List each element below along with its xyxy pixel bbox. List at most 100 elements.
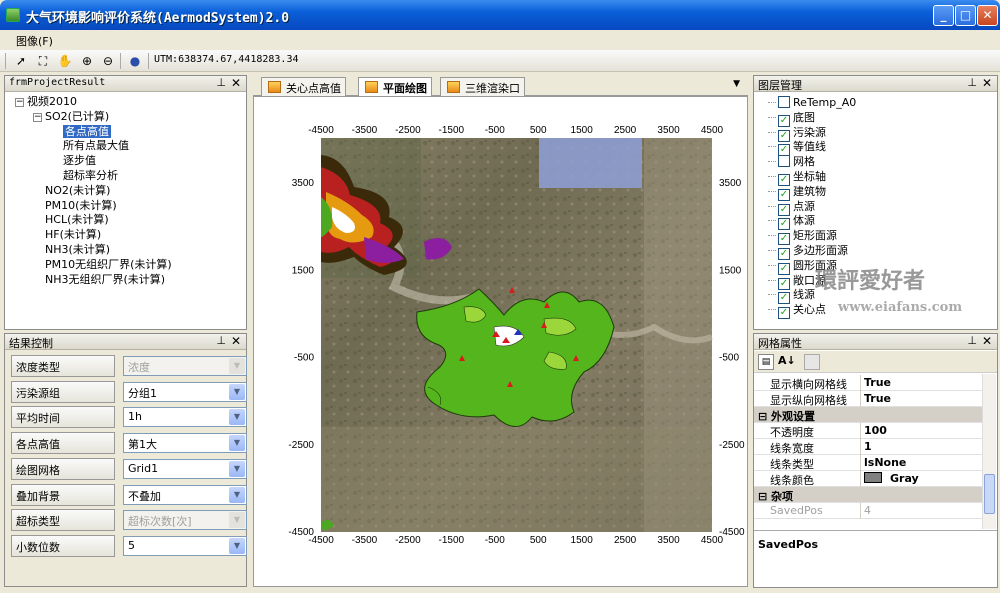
layer-label: ReTemp_A0 [793, 96, 857, 109]
maximize-button[interactable]: □ [955, 5, 976, 26]
layer-checkbox[interactable] [778, 96, 790, 108]
layer-item[interactable]: 网格 [768, 154, 815, 169]
select-value: 浓度 [128, 361, 150, 374]
layer-item[interactable]: ✓ 多边形面源 [768, 243, 848, 260]
x-tick-label: -2500 [395, 535, 421, 546]
layer-item[interactable]: ✓ 建筑物 [768, 184, 826, 201]
property-row[interactable]: 线条宽度 1 [754, 439, 982, 455]
layer-item[interactable]: ✓ 体源 [768, 213, 815, 231]
property-row[interactable]: 线条颜色 Gray [754, 471, 982, 487]
tab-dropdown-icon[interactable]: ▼ [733, 79, 740, 89]
chevron-down-icon[interactable]: ▼ [229, 383, 245, 400]
property-row[interactable]: 显示纵向网格线 True [754, 391, 982, 407]
control-select[interactable]: 5 ▼ [123, 535, 247, 556]
property-row[interactable]: SavedPos 4 [754, 503, 982, 519]
tab-care-point-high[interactable]: 关心点高值 [261, 77, 346, 96]
layer-item[interactable]: ✓ 关心点 [768, 302, 826, 320]
x-tick-label: 1500 [571, 125, 594, 136]
y-tick-label: -500 [719, 353, 739, 364]
property-separator [860, 391, 861, 407]
control-select[interactable]: 1h ▼ [123, 407, 247, 428]
close-button[interactable]: ✕ [977, 5, 998, 26]
layer-label: 线源 [793, 288, 815, 302]
tree-item[interactable]: 超标率分析 [63, 169, 118, 183]
tree-item[interactable]: NH3(未计算) [45, 243, 110, 257]
map-view[interactable]: -4500 -4500 -3500 -3500 -2500 -2500 -1500 -1500… [253, 96, 748, 587]
chevron-down-icon[interactable]: ▼ [229, 435, 245, 452]
tree-item[interactable]: 所有点最大值 [63, 139, 129, 153]
map-icon [447, 81, 460, 93]
menu-image[interactable]: 图像(F) [16, 33, 53, 49]
pan-hand-icon[interactable]: ✋ [57, 53, 73, 69]
property-row[interactable]: 线条类型 lsNone [754, 455, 982, 471]
zoom-out-icon[interactable]: ⊖ [100, 53, 116, 69]
chevron-down-icon[interactable]: ▼ [229, 409, 245, 426]
tree-item-label: 逐步值 [63, 154, 96, 168]
layer-item[interactable]: ✓ 坐标轴 [768, 169, 826, 186]
control-select[interactable]: 第1大 ▼ [123, 433, 247, 454]
close-icon[interactable]: ✕ [982, 76, 992, 90]
pin-icon[interactable]: ⊥ [967, 334, 977, 347]
toolbar: ➚ ⛶ ✋ ⊕ ⊖ ● UTM:638374.67,4418283.34 [0, 50, 1000, 72]
close-icon[interactable]: ✕ [231, 334, 241, 348]
pin-icon[interactable]: ⊥ [216, 76, 226, 89]
collapse-icon[interactable]: − [33, 112, 42, 122]
property-category[interactable]: ⊟ 杂项 [754, 487, 982, 503]
layer-item[interactable]: ✓ 污染源 [768, 125, 826, 142]
tree-item-label: NO2(未计算) [45, 183, 111, 197]
result-panel-title: 结果控制 [9, 337, 53, 350]
tree-item[interactable]: PM10无组织厂界(未计算) [45, 258, 172, 272]
property-scrollbar[interactable] [982, 374, 996, 529]
categorized-icon[interactable]: ▤ [758, 354, 774, 370]
tree-item-label: 视频2010 [27, 95, 77, 108]
control-select[interactable]: 不叠加 ▼ [123, 484, 247, 505]
layer-item[interactable]: ReTemp_A0 [768, 95, 857, 110]
control-select[interactable]: 分组1 ▼ [123, 381, 247, 402]
zoom-in-icon[interactable]: ⊕ [79, 53, 95, 69]
tree-item[interactable]: 各点高值 [63, 124, 111, 139]
tree-item[interactable]: HCL(未计算) [45, 213, 109, 227]
chevron-down-icon[interactable]: ▼ [229, 460, 245, 477]
layer-item[interactable]: ✓ 等值线 [768, 139, 826, 157]
close-icon[interactable]: ✕ [231, 76, 241, 90]
tree-item-label: PM10(未计算) [45, 198, 117, 212]
layer-checkbox[interactable] [778, 155, 790, 168]
map-canvas[interactable]: -4500 -4500 -3500 -3500 -2500 -2500 -1500 -1500… [254, 97, 747, 586]
minimize-button[interactable]: _ [933, 5, 954, 26]
control-select: 超标次数[次] ▼ [123, 510, 247, 531]
property-pages-icon[interactable] [804, 354, 820, 370]
tree-item[interactable]: NO2(未计算) [45, 184, 110, 198]
property-value: Gray [890, 472, 919, 485]
tab-plane-plot[interactable]: 平面绘图 [358, 77, 432, 97]
tree-item[interactable]: − SO2(已计算) [33, 110, 109, 124]
tree-item[interactable]: NH3无组织厂界(未计算) [45, 273, 165, 287]
layer-item[interactable]: ✓ 点源 [768, 199, 815, 216]
layer-item[interactable]: ✓ 矩形面源 [768, 228, 837, 246]
property-row[interactable]: 显示横向网格线 True [754, 375, 982, 391]
chevron-down-icon[interactable]: ▼ [229, 537, 245, 554]
pointer-icon[interactable]: ➚ [13, 53, 29, 69]
pin-icon[interactable]: ⊥ [967, 76, 977, 89]
layer-checkbox[interactable]: ✓ [778, 307, 790, 320]
info-icon[interactable]: ● [127, 53, 143, 69]
pin-icon[interactable]: ⊥ [216, 334, 226, 347]
tree-item[interactable]: − 视频2010 [15, 95, 77, 109]
tree-item[interactable]: HF(未计算) [45, 228, 101, 242]
tree-item[interactable]: 逐步值 [63, 154, 96, 168]
layer-item[interactable]: ✓ 底图 [768, 110, 815, 127]
tree-item[interactable]: PM10(未计算) [45, 199, 117, 213]
tab-3d-render[interactable]: 三维渲染口 [440, 77, 525, 96]
layer-item[interactable]: ✓ 线源 [768, 287, 815, 305]
property-category[interactable]: ⊟ 外观设置 [754, 407, 982, 423]
close-icon[interactable]: ✕ [982, 334, 992, 348]
property-row[interactable]: 不透明度 100 [754, 423, 982, 439]
alphabetical-icon[interactable]: A↓ [778, 354, 796, 367]
full-extent-icon[interactable]: ⛶ [35, 53, 51, 69]
map-icon [365, 81, 378, 93]
tree-line [768, 309, 776, 311]
scroll-thumb[interactable] [984, 474, 995, 514]
property-name: SavedPos [770, 504, 823, 517]
control-select[interactable]: Grid1 ▼ [123, 458, 247, 479]
collapse-icon[interactable]: − [15, 98, 24, 107]
chevron-down-icon[interactable]: ▼ [229, 486, 245, 503]
